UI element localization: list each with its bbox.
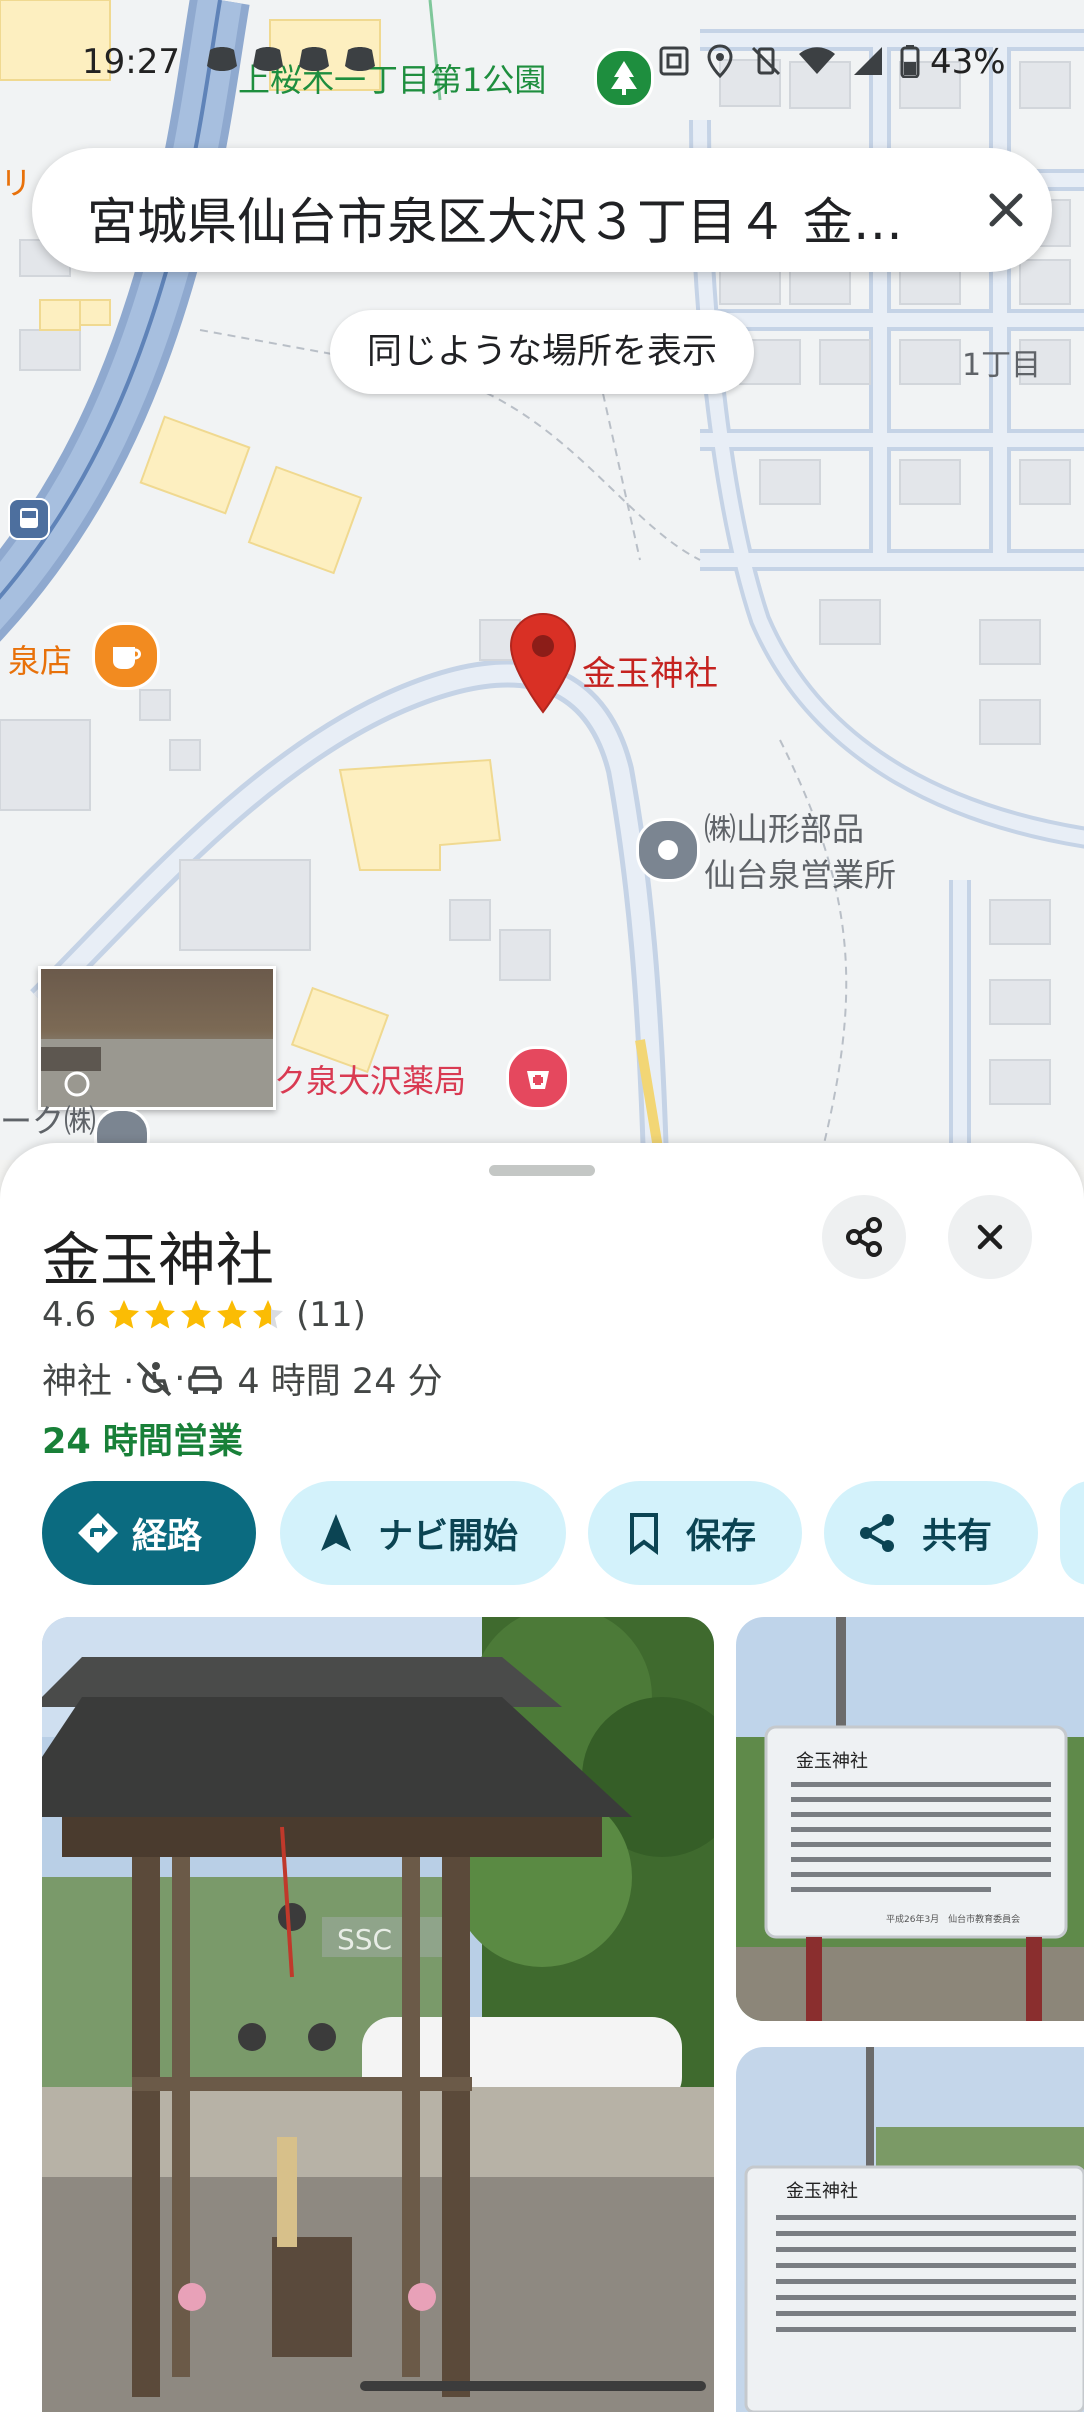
sheet-drag-handle[interactable]	[489, 1165, 595, 1176]
close-sheet-button[interactable]	[948, 1195, 1032, 1279]
accessible-off-icon	[137, 1361, 172, 1396]
sign-2-title: 金玉神社	[786, 2181, 858, 2202]
discord-icon	[253, 47, 283, 71]
share-button[interactable]: 共有	[824, 1481, 1038, 1585]
more-actions-button[interactable]	[1060, 1481, 1084, 1585]
save-button[interactable]: 保存	[588, 1481, 802, 1585]
bookmark-icon	[630, 1513, 658, 1555]
place-sheet[interactable]: 金玉神社 4.6 (11) 神社 · · 4 時間 24 分 24 時間営業 経…	[0, 1143, 1084, 2412]
map-label-cafe[interactable]: 泉店	[8, 636, 72, 682]
info-row: 神社 · · 4 時間 24 分	[42, 1353, 443, 1404]
star-icon	[253, 1300, 284, 1329]
cafe-icon[interactable]	[92, 622, 160, 690]
selected-place-pin-icon[interactable]	[508, 612, 578, 714]
notification-icons	[206, 44, 376, 74]
star-icon	[145, 1300, 176, 1329]
separator: ·	[174, 1358, 186, 1399]
close-icon[interactable]	[972, 176, 1040, 244]
directions-icon	[78, 1513, 118, 1553]
place-title: 金玉神社	[42, 1226, 275, 1294]
sign-photo-1: 金玉神社 平成26年3月 仙台市教育委員会	[736, 1617, 1084, 2021]
navigation-arrow-icon	[321, 1514, 351, 1551]
rating-value: 4.6	[42, 1295, 97, 1335]
share-icon	[846, 1217, 882, 1257]
rating-row[interactable]: 4.6 (11)	[42, 1295, 366, 1335]
pharmacy-icon[interactable]	[506, 1046, 570, 1110]
photo-sign-2[interactable]: 金玉神社	[736, 2047, 1084, 2412]
directions-button[interactable]: 経路	[42, 1481, 256, 1585]
directions-label: 経路	[132, 1516, 203, 1557]
map-label-fragment: リ	[0, 164, 33, 202]
discord-icon	[299, 47, 329, 71]
bus-stop-icon[interactable]	[8, 498, 50, 540]
start-navigation-button[interactable]: ナビ開始	[280, 1481, 566, 1585]
sign-photo-2: 金玉神社	[736, 2047, 1084, 2412]
close-icon	[977, 1224, 1003, 1250]
drive-time: 4 時間 24 分	[237, 1362, 443, 1402]
rating-stars	[106, 1297, 286, 1333]
street-view-thumbnail[interactable]	[38, 966, 276, 1110]
map-label-fragment-2: ーク㈱	[0, 1102, 97, 1140]
share-label: 共有	[922, 1516, 993, 1557]
system-icons	[658, 44, 920, 78]
map-label-company-2[interactable]: 仙台泉営業所	[704, 850, 896, 896]
shrine-photo: SSC	[42, 1617, 714, 2412]
nfc-icon	[659, 46, 689, 76]
location-icon	[707, 44, 733, 78]
search-bar[interactable]: 宮城県仙台市泉区大沢３丁目４ 金…	[32, 148, 1052, 272]
signal-icon	[854, 47, 882, 75]
sign-1-title: 金玉神社	[796, 1751, 868, 1772]
business-pin-icon[interactable]	[636, 818, 700, 882]
car-icon	[188, 1365, 223, 1394]
photo-sign-text: SSC	[337, 1923, 392, 1956]
map-label-company-1[interactable]: ㈱山形部品	[704, 804, 864, 850]
status-bar: 19:27 43%	[0, 0, 1084, 110]
star-icon	[109, 1300, 140, 1329]
battery-icon	[900, 45, 920, 78]
share-icon	[860, 1514, 894, 1552]
map-label-district: 1丁目	[962, 348, 1042, 383]
battery-percent: 43%	[930, 42, 1006, 82]
search-query[interactable]: 宮城県仙台市泉区大沢３丁目４ 金…	[87, 182, 967, 254]
category: 神社 ·	[42, 1362, 135, 1402]
save-label: 保存	[686, 1516, 757, 1557]
wifi-icon	[799, 47, 835, 74]
review-count: (11)	[296, 1295, 366, 1335]
sign-1-footer: 平成26年3月 仙台市教育委員会	[886, 1913, 1020, 1925]
discord-icon	[207, 47, 237, 71]
map-label-pharmacy[interactable]: ク泉大沢薬局	[274, 1056, 466, 1102]
photo-main[interactable]: SSC	[42, 1617, 714, 2412]
discord-icon	[345, 47, 375, 71]
share-circle-button[interactable]	[822, 1195, 906, 1279]
photo-sign-1[interactable]: 金玉神社 平成26年3月 仙台市教育委員会	[736, 1617, 1084, 2021]
open-hours: 24 時間営業	[42, 1422, 243, 1462]
star-icon	[181, 1300, 212, 1329]
map-label-place[interactable]: 金玉神社	[582, 646, 718, 695]
start-label: ナビ開始	[378, 1516, 519, 1557]
status-time: 19:27	[82, 42, 180, 82]
vibrate-off-icon	[751, 46, 781, 76]
show-similar-places-button[interactable]: 同じような場所を表示	[330, 310, 754, 394]
star-icon	[217, 1300, 248, 1329]
gesture-nav-bar[interactable]	[360, 2381, 706, 2391]
